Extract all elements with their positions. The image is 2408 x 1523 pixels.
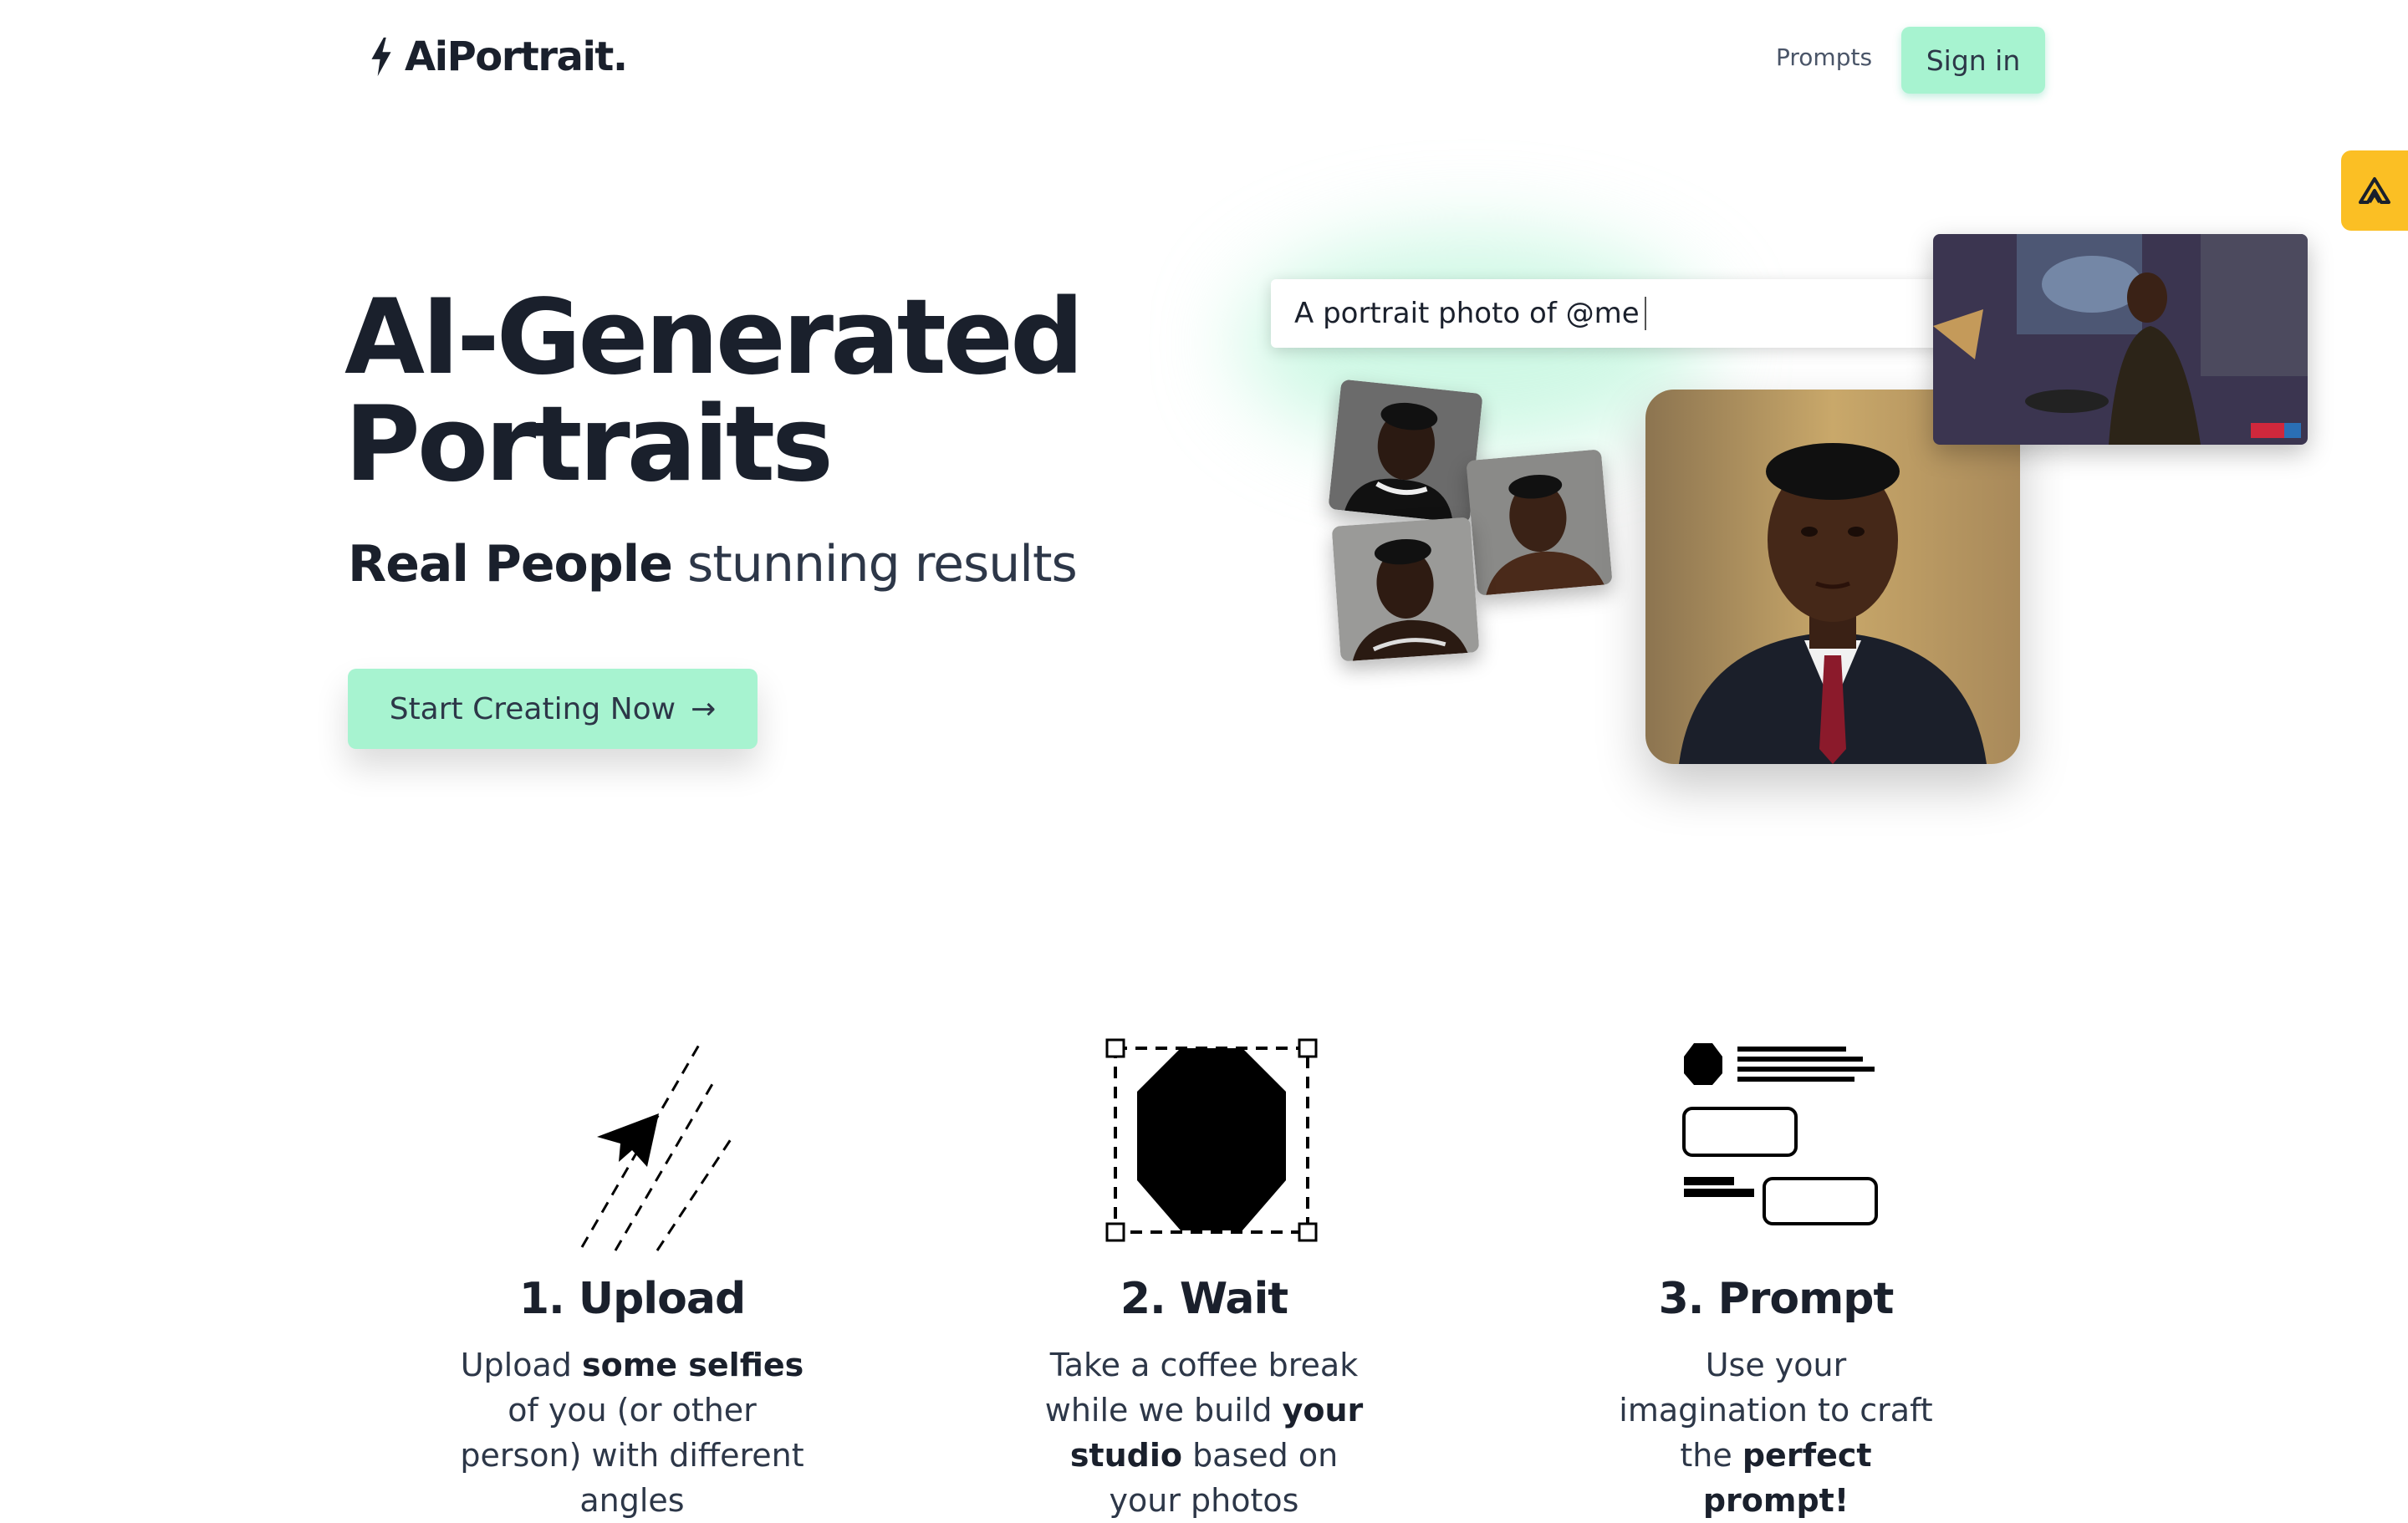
nav-prompts-link[interactable]: Prompts [1776, 43, 1872, 71]
start-creating-button[interactable]: Start Creating Now → [348, 669, 758, 749]
hero-subtitle: Real People stunning results [348, 535, 1078, 593]
desc-text: Upload [460, 1347, 582, 1383]
step-wait-desc: Take a coffee break while we build your … [1037, 1342, 1371, 1523]
hero-title-line2: Portraits [344, 385, 834, 505]
signin-button[interactable]: Sign in [1901, 27, 2045, 94]
selfie-photo-3 [1331, 517, 1480, 662]
cta-label: Start Creating Now [389, 691, 676, 726]
selfie-photo-1 [1328, 379, 1483, 524]
generated-portrait-photo [1645, 390, 2020, 764]
bolt-icon [371, 37, 391, 77]
desc-bold: some selfies [581, 1347, 804, 1383]
desc-text: of you (or other person) with different … [460, 1392, 804, 1519]
prompt-demo-text: A portrait photo of @me [1294, 297, 1640, 330]
arrow-right-icon: → [691, 691, 717, 726]
step-wait-title: 2. Wait [1120, 1274, 1288, 1324]
hero-title: AI-Generated Portraits [344, 284, 1084, 498]
logo-text: AiPortrait. [405, 33, 628, 80]
octagon-selection-icon [1105, 1038, 1318, 1242]
prompt-blocks-icon [1682, 1043, 1878, 1225]
step-upload-title: 1. Upload [518, 1274, 746, 1324]
step-wait: 2. Wait Take a coffee break while we bui… [953, 1037, 1455, 1523]
side-widget-icon [2359, 177, 2390, 204]
prompt-demo-input: A portrait photo of @me [1271, 279, 1956, 348]
concert-result-photo [1933, 234, 2308, 445]
step-prompt-title: 3. Prompt [1658, 1274, 1895, 1324]
text-caret [1644, 297, 1646, 330]
selfie-photo-2 [1466, 449, 1613, 596]
paper-plane-icon [580, 1044, 734, 1251]
step-prompt: 3. Prompt Use your imagination to craft … [1525, 1037, 2027, 1523]
step-upload-desc: Upload some selfies of you (or other per… [457, 1342, 808, 1523]
step-upload: 1. Upload Upload some selfies of you (or… [381, 1037, 883, 1523]
step-prompt-desc: Use your imagination to craft the perfec… [1609, 1342, 1943, 1523]
hero-subtitle-bold: Real People [348, 535, 673, 593]
logo[interactable]: AiPortrait. [366, 33, 628, 80]
side-widget-tab[interactable] [2341, 150, 2408, 231]
hero-subtitle-rest: stunning results [671, 535, 1078, 593]
hero-title-line1: AI-Generated [344, 278, 1084, 398]
